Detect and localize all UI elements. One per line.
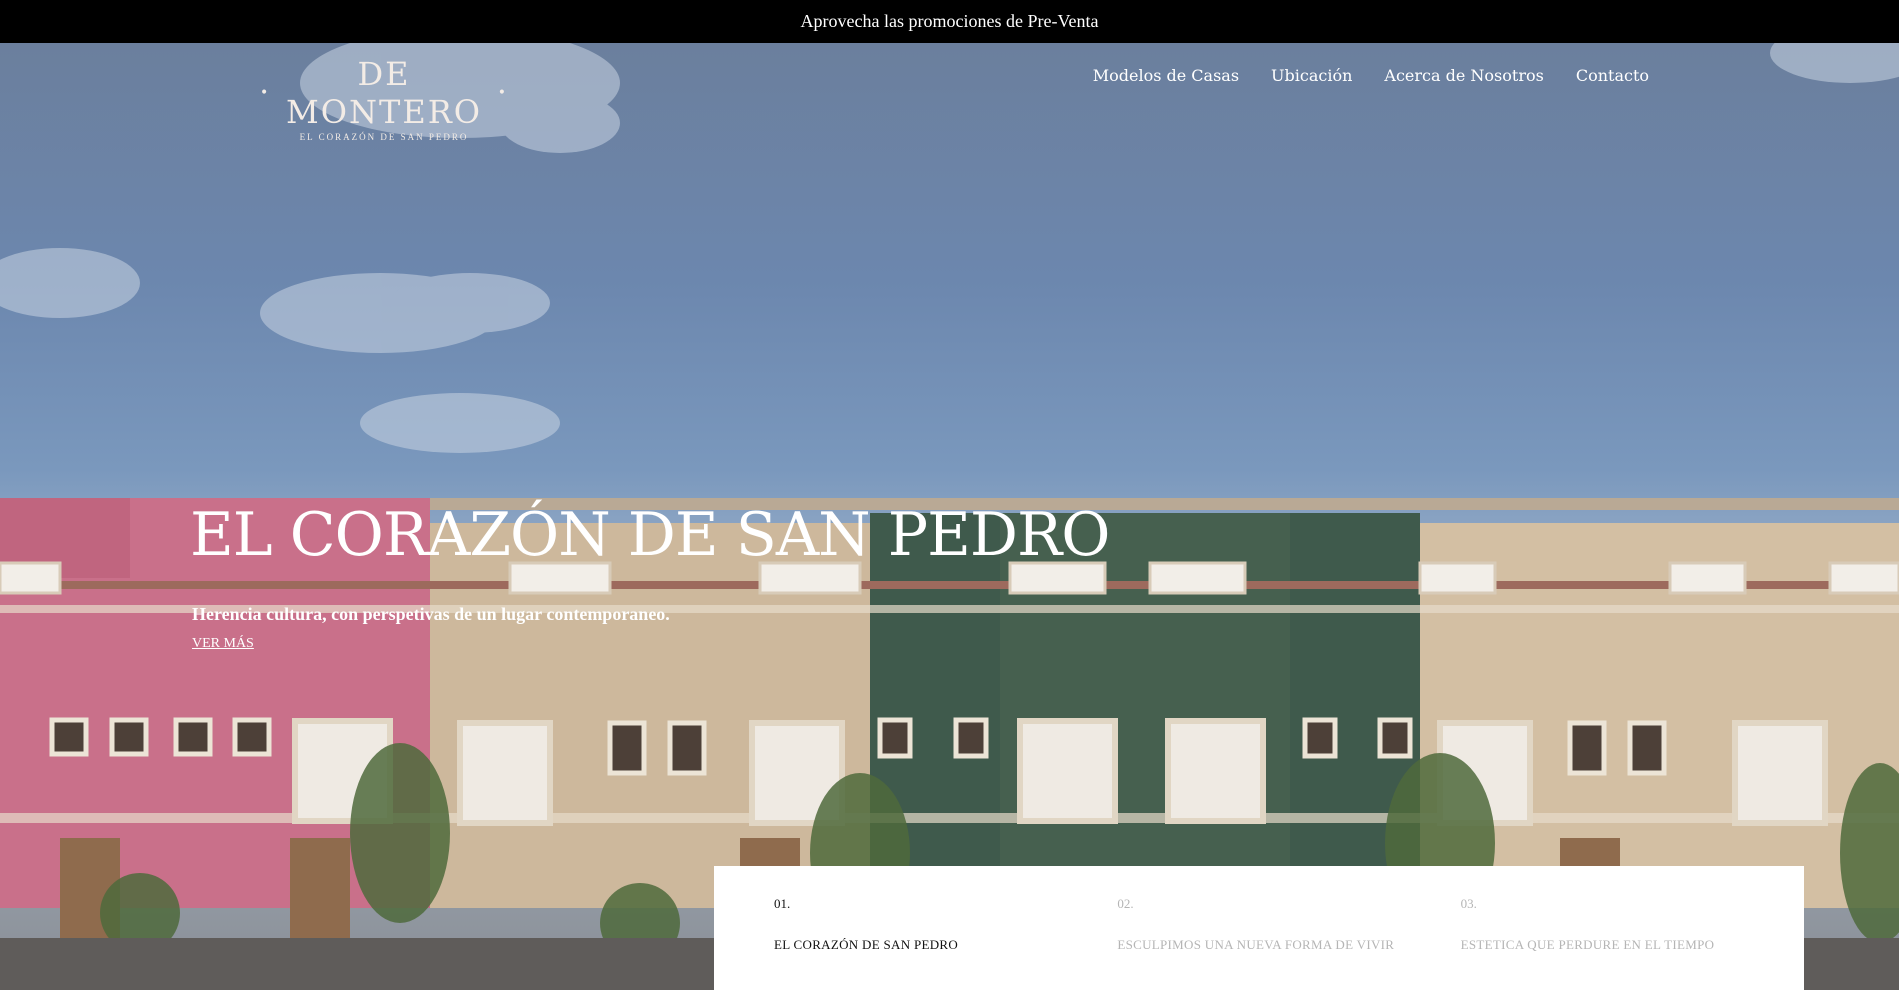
slider-tabs: 01. EL CORAZÓN DE SAN PEDRO 02. ESCULPIM… xyxy=(714,866,1804,990)
logo-wordmark: • DE MONTERO • xyxy=(260,55,508,131)
hero-subtitle: Herencia cultura, con perspetivas de un … xyxy=(192,604,670,624)
logo[interactable]: • DE MONTERO • EL CORAZÓN DE SAN PEDRO xyxy=(260,55,508,142)
slide-tab-number: 02. xyxy=(1117,896,1134,911)
logo-main-text: DE MONTERO xyxy=(285,55,483,131)
nav-modelos-de-casas[interactable]: Modelos de Casas xyxy=(1093,66,1239,85)
promo-text: Aprovecha las promociones de Pre-Venta xyxy=(800,11,1099,31)
slide-tab-label: ESCULPIMOS UNA NUEVA FORMA DE VIVIR xyxy=(1117,937,1395,952)
logo-dot-right-icon: • xyxy=(497,85,508,101)
main-nav: Modelos de Casas Ubicación Acerca de Nos… xyxy=(1093,66,1649,85)
slide-tab-label: ESTETICA QUE PERDURE EN EL TIEMPO xyxy=(1460,937,1715,952)
slide-tab-number: 03. xyxy=(1460,896,1477,911)
nav-ubicacion[interactable]: Ubicación xyxy=(1271,66,1352,85)
ver-mas-link[interactable]: VER MÁS xyxy=(192,636,254,652)
promo-bar: Aprovecha las promociones de Pre-Venta xyxy=(0,0,1899,43)
logo-subtitle: EL CORAZÓN DE SAN PEDRO xyxy=(299,132,469,142)
slide-tab-3[interactable]: 03. ESTETICA QUE PERDURE EN EL TIEMPO xyxy=(1461,866,1804,990)
logo-dot-left-icon: • xyxy=(260,85,271,101)
slide-tab-1[interactable]: 01. EL CORAZÓN DE SAN PEDRO xyxy=(774,866,1117,990)
nav-contacto[interactable]: Contacto xyxy=(1576,66,1649,85)
slide-tab-2[interactable]: 02. ESCULPIMOS UNA NUEVA FORMA DE VIVIR xyxy=(1117,866,1460,990)
slide-tab-label: EL CORAZÓN DE SAN PEDRO xyxy=(774,937,959,952)
nav-acerca-de-nosotros[interactable]: Acerca de Nosotros xyxy=(1384,66,1543,85)
slide-tab-number: 01. xyxy=(774,896,791,911)
hero-title: EL CORAZÓN DE SAN PEDRO xyxy=(190,500,1110,570)
